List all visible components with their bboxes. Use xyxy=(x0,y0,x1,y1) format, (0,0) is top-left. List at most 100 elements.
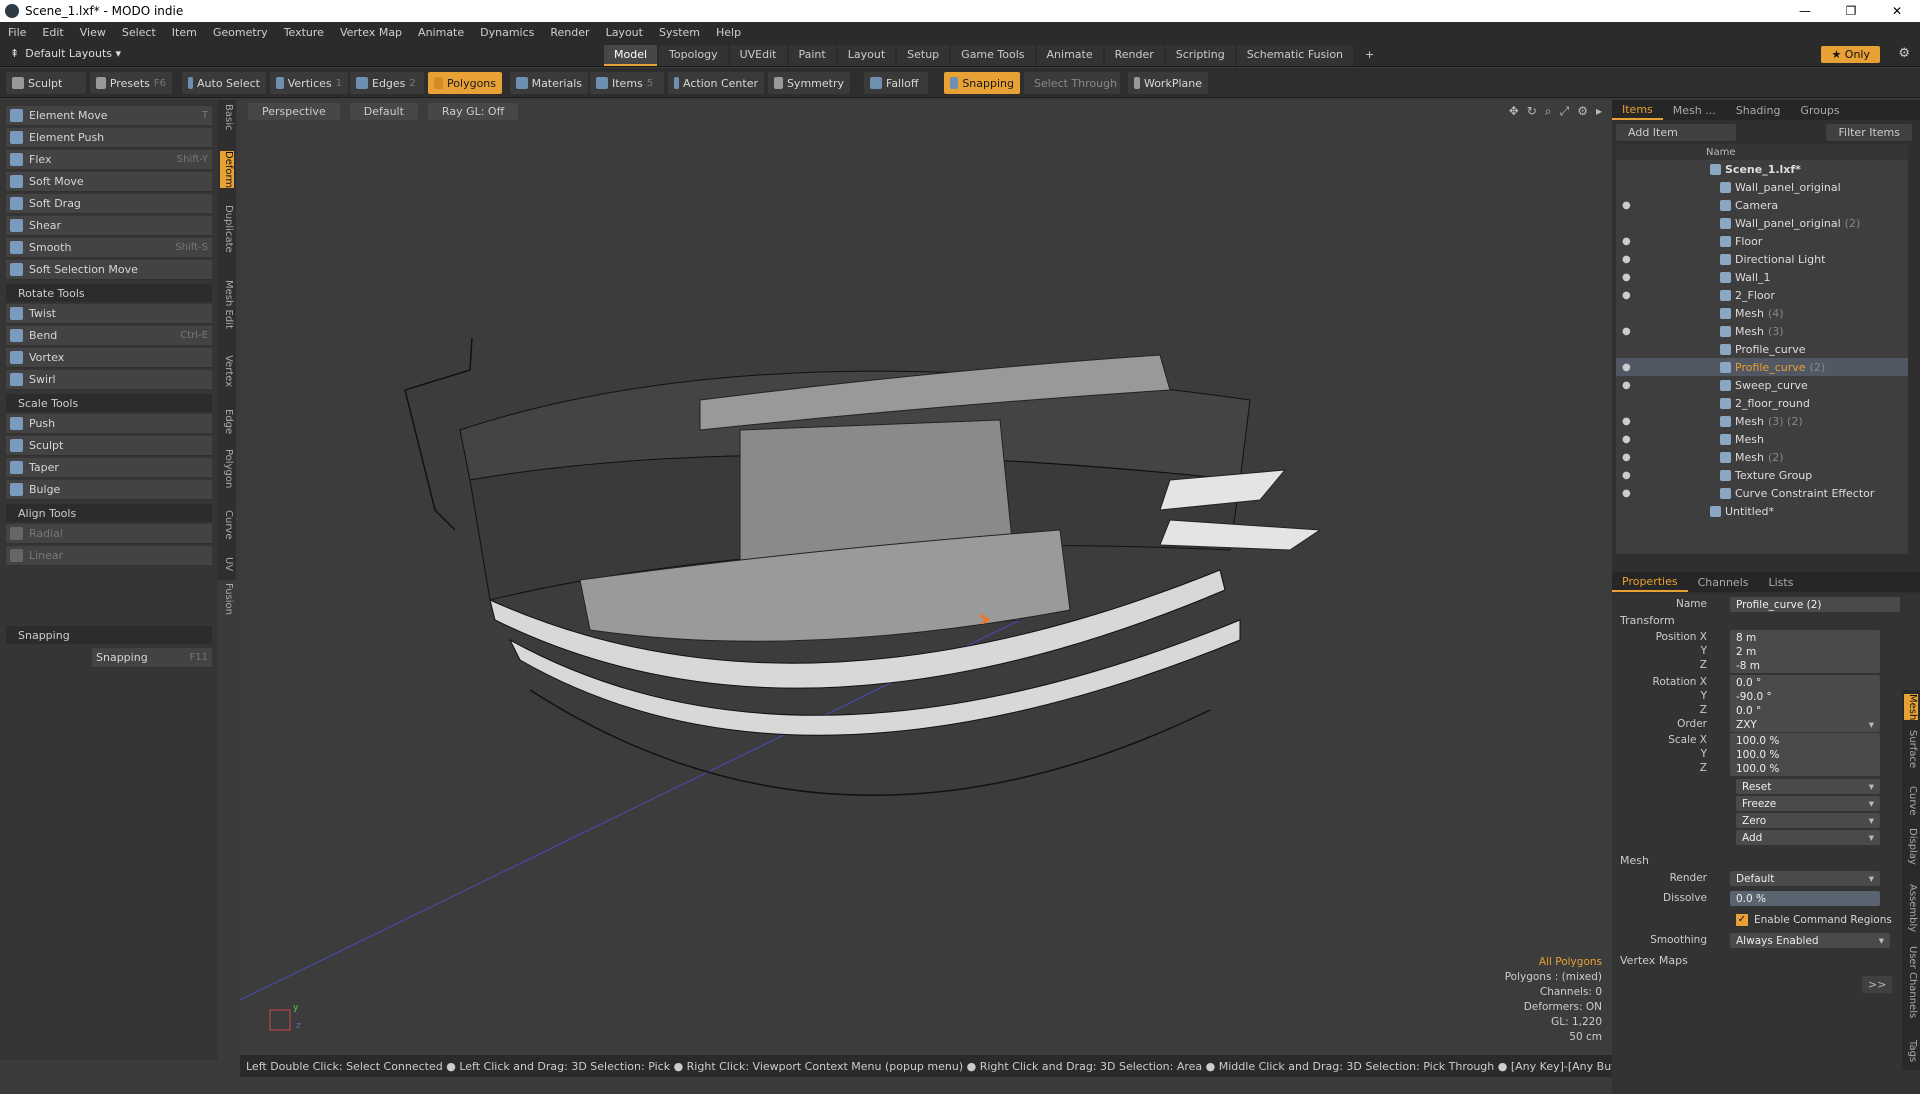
items-tab-shading[interactable]: Shading xyxy=(1726,102,1791,119)
scale-z-field[interactable]: 100.0 % xyxy=(1730,761,1880,776)
filter-items-button[interactable]: Filter Items xyxy=(1826,123,1912,141)
menu-animate[interactable]: Animate xyxy=(410,26,472,39)
items-tab-groups[interactable]: Groups xyxy=(1790,102,1849,119)
tool-bend[interactable]: Bend Ctrl-E xyxy=(6,326,212,346)
close-button[interactable]: ✕ xyxy=(1874,0,1920,22)
workplane-button[interactable]: WorkPlane xyxy=(1128,72,1208,94)
visibility-eye-icon[interactable]: ● xyxy=(1622,236,1631,247)
tree-row[interactable]: ● Wall_1 xyxy=(1616,268,1908,286)
menu-geometry[interactable]: Geometry xyxy=(205,26,276,39)
presets-button[interactable]: Presets F6 xyxy=(90,72,172,94)
visibility-eye-icon[interactable]: ● xyxy=(1622,470,1631,481)
tool-soft-selection-move[interactable]: Soft Selection Move xyxy=(6,260,212,280)
auto-select-button[interactable]: Auto Select xyxy=(182,72,266,94)
props-tab-channels[interactable]: Channels xyxy=(1688,574,1759,591)
scale-x-field[interactable]: 100.0 % xyxy=(1730,733,1880,748)
menu-edit[interactable]: Edit xyxy=(34,26,71,39)
tab-scripting[interactable]: Scripting xyxy=(1165,45,1235,66)
smoothing-dropdown[interactable]: Always Enabled xyxy=(1730,933,1890,948)
align-tools-header[interactable]: Align Tools xyxy=(6,504,212,522)
tool-smooth[interactable]: Smooth Shift-S xyxy=(6,238,212,258)
only-button[interactable]: ★ Only xyxy=(1821,46,1880,63)
tab-model[interactable]: Model xyxy=(604,45,658,66)
vtab-basic[interactable]: Basic xyxy=(220,104,234,130)
order-dropdown[interactable]: ZXY xyxy=(1730,717,1880,732)
tool-element-move[interactable]: Element Move T xyxy=(6,106,212,126)
rotation-z-field[interactable]: 0.0 ° xyxy=(1730,703,1880,718)
vtab-duplicate[interactable]: Duplicate xyxy=(220,205,234,253)
props-tab-lists[interactable]: Lists xyxy=(1759,574,1804,591)
menu-view[interactable]: View xyxy=(72,26,114,39)
tree-row[interactable]: Scene_1.lxf* xyxy=(1616,160,1908,178)
tree-row[interactable]: 2_floor_round xyxy=(1616,394,1908,412)
vtab-curve[interactable]: Curve xyxy=(220,510,234,540)
tree-row[interactable]: Mesh (4) xyxy=(1616,304,1908,322)
vtab-edge[interactable]: Edge xyxy=(220,409,234,434)
props-vtab-tags[interactable]: Tags xyxy=(1904,1040,1918,1062)
tree-row[interactable]: ● Mesh (3) xyxy=(1616,322,1908,340)
freeze-dropdown[interactable]: Freeze xyxy=(1736,796,1880,811)
snapping-tool-button[interactable]: Snapping F11 xyxy=(92,648,212,668)
tree-row[interactable]: ● Curve Constraint Effector xyxy=(1616,484,1908,502)
items-tab-mesh[interactable]: Mesh ... xyxy=(1663,102,1726,119)
visibility-eye-icon[interactable]: ● xyxy=(1622,200,1631,211)
visibility-eye-icon[interactable]: ● xyxy=(1622,326,1631,337)
vertices-button[interactable]: Vertices 1 xyxy=(270,72,348,94)
menu-file[interactable]: File xyxy=(0,26,34,39)
tree-row[interactable]: Wall_panel_original (2) xyxy=(1616,214,1908,232)
tree-row[interactable]: ● Mesh (3) (2) xyxy=(1616,412,1908,430)
select-through-button[interactable]: Select Through xyxy=(1024,72,1120,94)
menu-texture[interactable]: Texture xyxy=(276,26,332,39)
tool-sculpt[interactable]: Sculpt xyxy=(6,436,212,456)
tool-taper[interactable]: Taper xyxy=(6,458,212,478)
tree-row[interactable]: ● Mesh (2) xyxy=(1616,448,1908,466)
visibility-eye-icon[interactable]: ● xyxy=(1622,290,1631,301)
menu-select[interactable]: Select xyxy=(114,26,164,39)
position-y-field[interactable]: 2 m xyxy=(1730,644,1880,659)
tab-paint[interactable]: Paint xyxy=(788,45,836,66)
tab-schematic-fusion[interactable]: Schematic Fusion xyxy=(1236,45,1354,66)
tree-row[interactable]: ● Texture Group xyxy=(1616,466,1908,484)
check-icon[interactable]: ✓ xyxy=(1736,913,1748,926)
vtab-vertex[interactable]: Vertex xyxy=(220,355,234,387)
items-tab-items[interactable]: Items xyxy=(1612,101,1663,120)
props-vtab-curve[interactable]: Curve xyxy=(1904,786,1918,816)
visibility-eye-icon[interactable]: ● xyxy=(1622,254,1631,265)
maximize-button[interactable]: ❐ xyxy=(1828,0,1874,22)
tree-row[interactable]: ● Profile_curve (2) xyxy=(1616,358,1908,376)
tree-row[interactable]: ● Floor xyxy=(1616,232,1908,250)
default-layouts-dropdown[interactable]: ⇞ Default Layouts ▾ xyxy=(10,47,121,60)
tool-soft-drag[interactable]: Soft Drag xyxy=(6,194,212,214)
3d-viewport[interactable]: Perspective Default Ray GL: Off ✥ ↻ ⌕ ⤢ … xyxy=(240,100,1612,1055)
enable-command-regions-row[interactable]: ✓ Enable Command Regions xyxy=(1736,912,1892,927)
add-item-button[interactable]: Add Item xyxy=(1616,123,1736,141)
tool-soft-move[interactable]: Soft Move xyxy=(6,172,212,192)
vtab-fusion[interactable]: Fusion xyxy=(220,583,234,615)
position-x-field[interactable]: 8 m xyxy=(1730,630,1880,645)
rotation-y-field[interactable]: -90.0 ° xyxy=(1730,689,1880,704)
props-vtab-surface[interactable]: Surface xyxy=(1904,730,1918,768)
render-dropdown[interactable]: Default xyxy=(1730,871,1880,886)
zero-dropdown[interactable]: Zero xyxy=(1736,813,1880,828)
minimize-button[interactable]: — xyxy=(1782,0,1828,22)
props-vtab-mesh[interactable]: Mesh xyxy=(1904,694,1918,721)
tab-animate[interactable]: Animate xyxy=(1036,45,1103,66)
tree-row[interactable]: Wall_panel_original xyxy=(1616,178,1908,196)
tree-row[interactable]: ● Camera xyxy=(1616,196,1908,214)
tool-flex[interactable]: Flex Shift-Y xyxy=(6,150,212,170)
visibility-eye-icon[interactable]: ● xyxy=(1622,434,1631,445)
tool-linear[interactable]: Linear xyxy=(6,546,212,566)
menu-render[interactable]: Render xyxy=(542,26,597,39)
tab-layout[interactable]: Layout xyxy=(837,45,896,66)
visibility-eye-icon[interactable]: ● xyxy=(1622,272,1631,283)
visibility-eye-icon[interactable]: ● xyxy=(1622,380,1631,391)
visibility-eye-icon[interactable]: ● xyxy=(1622,416,1631,427)
tree-row[interactable]: Profile_curve xyxy=(1616,340,1908,358)
tree-row[interactable]: ● Mesh xyxy=(1616,430,1908,448)
sculpt-button[interactable]: Sculpt xyxy=(6,72,86,94)
edges-button[interactable]: Edges 2 xyxy=(350,72,424,94)
tree-row[interactable]: ● Sweep_curve xyxy=(1616,376,1908,394)
tool-twist[interactable]: Twist xyxy=(6,304,212,324)
tree-row[interactable]: ● Directional Light xyxy=(1616,250,1908,268)
tool-vortex[interactable]: Vortex xyxy=(6,348,212,368)
